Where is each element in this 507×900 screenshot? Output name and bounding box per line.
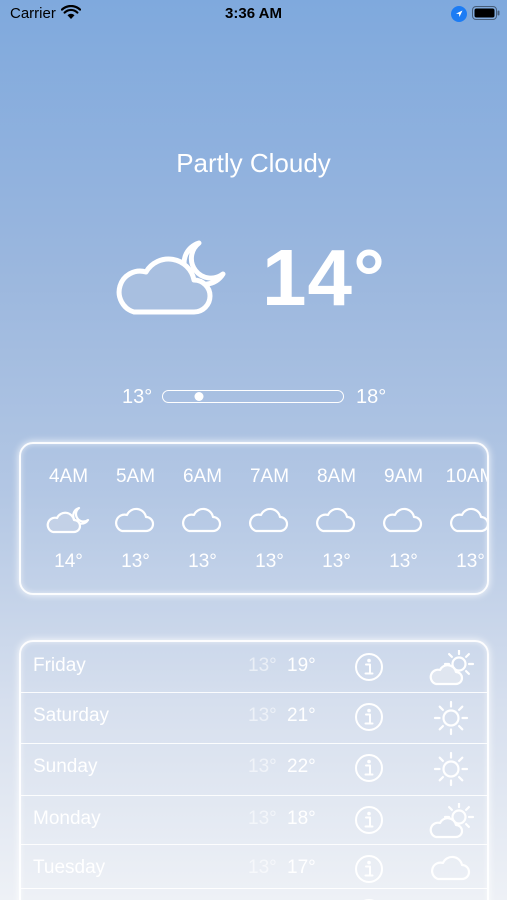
cloud-icon [113, 504, 157, 539]
cloud-sun-icon [429, 801, 477, 844]
temperature-range-bar [162, 390, 344, 403]
day-low-temp: 13° [248, 655, 277, 676]
cloud-icon [448, 504, 487, 539]
battery-icon [472, 6, 500, 24]
hour-time-label: 5AM [115, 466, 156, 487]
hour-time-label: 9AM [383, 466, 424, 487]
day-high-temp: 22° [287, 756, 316, 777]
cloud-moon-icon [46, 504, 90, 539]
hour-temperature: 13° [456, 551, 485, 572]
sun-icon [429, 751, 473, 792]
info-icon[interactable] [354, 805, 384, 840]
hour-temperature: 14° [54, 551, 83, 572]
clock: 3:36 AM [225, 5, 282, 22]
range-high-temp: 18° [356, 386, 387, 408]
day-low-temp: 13° [248, 756, 277, 777]
hour-time-label: 7AM [249, 466, 290, 487]
cloud-icon [381, 504, 425, 539]
status-bar: Carrier 3:36 AM [0, 0, 507, 30]
daily-row[interactable]: Saturday 13° 21° [21, 692, 487, 744]
cloud-icon [314, 504, 358, 539]
cloud-icon [247, 504, 291, 539]
hour-temperature: 13° [322, 551, 351, 572]
daily-row[interactable]: Monday 13° 18° [21, 795, 487, 845]
cloud-icon [429, 852, 473, 887]
daily-forecast-panel[interactable]: Friday 13° 19° Saturday 13° 21° Sunday 13° 22° Mo… [19, 640, 489, 900]
day-low-temp: 13° [248, 857, 277, 878]
hour-time-label: 6AM [182, 466, 223, 487]
hour-temperature: 13° [389, 551, 418, 572]
hourly-forecast-panel[interactable]: 4AM 14° 5AM 13° 6AM 13° 7AM 13° 8AM 13° 9AM 13° 10AM… [19, 442, 489, 595]
day-name: Saturday [33, 705, 110, 726]
day-low-temp: 13° [248, 808, 277, 829]
info-icon[interactable] [354, 652, 384, 687]
condition-label: Partly Cloudy [176, 148, 331, 178]
day-name: Monday [33, 808, 101, 829]
range-low-temp: 13° [122, 386, 153, 408]
hour-temperature: 13° [255, 551, 284, 572]
hour-time-label: 4AM [48, 466, 89, 487]
current-temperature: 14° [262, 233, 386, 322]
hour-time-label: 8AM [316, 466, 357, 487]
day-low-temp: 13° [248, 705, 277, 726]
cloud-moon-icon [116, 236, 230, 321]
day-name: Friday [33, 655, 86, 676]
cloud-sun-icon [429, 648, 477, 691]
info-icon[interactable] [354, 854, 384, 889]
info-icon[interactable] [354, 753, 384, 788]
day-high-temp: 19° [287, 655, 316, 676]
daily-row[interactable]: Friday 13° 19° [21, 642, 487, 693]
day-high-temp: 18° [287, 808, 316, 829]
daily-row-partial[interactable] [21, 888, 487, 900]
current-temp-indicator [194, 392, 204, 401]
daily-row[interactable]: Sunday 13° 22° [21, 743, 487, 796]
location-arrow-icon [451, 6, 467, 26]
info-icon[interactable] [354, 702, 384, 737]
day-high-temp: 21° [287, 705, 316, 726]
hour-time-label: 10AM [445, 466, 487, 487]
day-high-temp: 17° [287, 857, 316, 878]
cloud-icon [180, 504, 224, 539]
day-name: Sunday [33, 756, 98, 777]
hour-temperature: 13° [121, 551, 150, 572]
hour-temperature: 13° [188, 551, 217, 572]
day-name: Tuesday [33, 857, 106, 878]
sun-icon [429, 700, 473, 741]
daily-row[interactable]: Tuesday 13° 17° [21, 844, 487, 889]
